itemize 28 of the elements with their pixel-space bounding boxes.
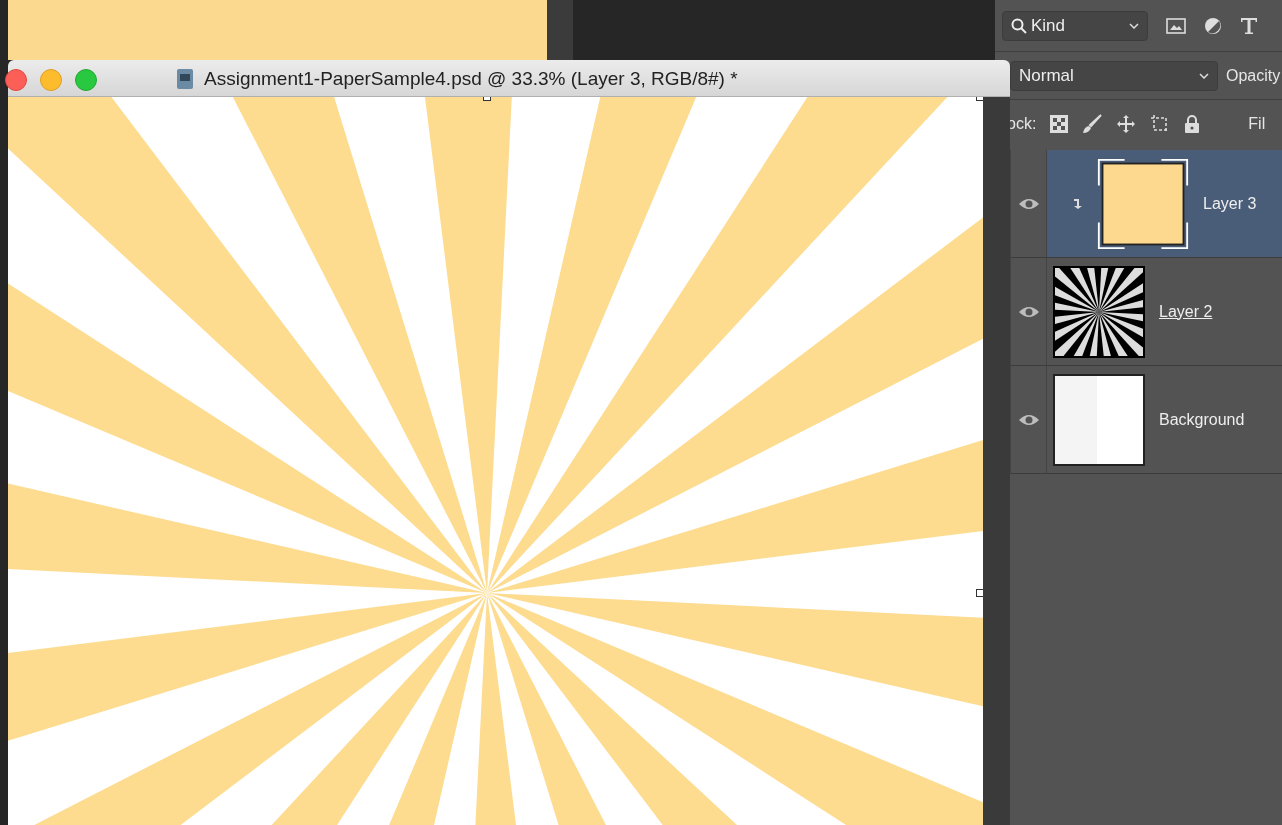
eye-icon[interactable]	[1018, 305, 1039, 318]
lock-icon[interactable]	[1184, 114, 1201, 134]
transform-handle[interactable]	[976, 589, 983, 597]
chevron-icon	[1199, 72, 1209, 79]
layer-name: Layer 3	[1203, 194, 1257, 213]
brush-icon[interactable]	[1082, 114, 1103, 134]
checkerboard-icon[interactable]	[1050, 115, 1069, 133]
blend-mode-dropdown[interactable]: Normal	[1010, 60, 1218, 91]
move-icon[interactable]	[1116, 114, 1137, 134]
type-icon[interactable]	[1240, 16, 1258, 35]
chevron-icon	[1129, 22, 1139, 29]
eye-icon[interactable]	[1018, 197, 1039, 210]
window-title: Assignment1-PaperSample4.psd @ 33.3% (Layer 3, RGB/8#) *	[204, 68, 738, 90]
opacity-label: Opacity	[1226, 66, 1281, 85]
eye-icon[interactable]	[1018, 413, 1039, 426]
layer-thumbnail[interactable]	[1053, 373, 1145, 466]
filter-dropdown[interactable]: Kind	[1002, 10, 1148, 41]
half-circle-icon[interactable]	[1204, 16, 1222, 35]
panel-gutter	[547, 0, 573, 60]
layer-thumbnail[interactable]	[1053, 265, 1145, 358]
layer-row[interactable]: Background	[1011, 366, 1282, 474]
layer-name: Background	[1159, 410, 1245, 429]
image-icon[interactable]	[1166, 17, 1186, 34]
close-button[interactable]	[5, 69, 27, 91]
fill-label: Fil	[1248, 115, 1266, 133]
document-icon	[176, 68, 194, 90]
layer-name: Layer 2	[1159, 302, 1213, 321]
search-icon	[1011, 17, 1027, 34]
